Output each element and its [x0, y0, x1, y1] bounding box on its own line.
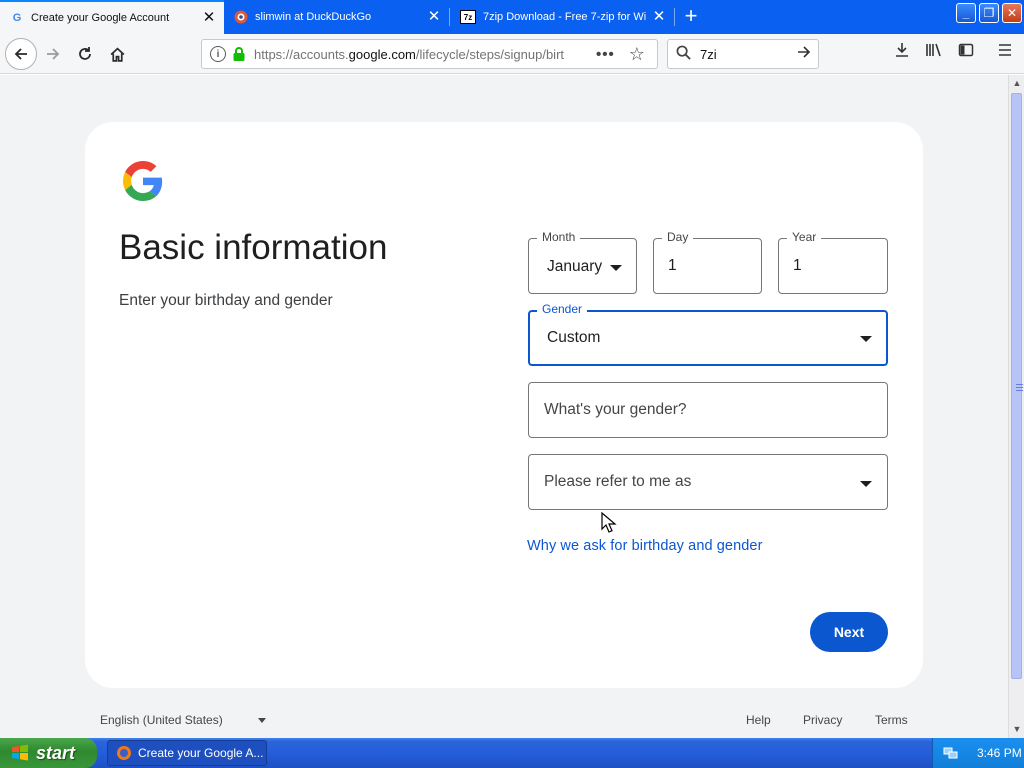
windows-taskbar: start Create your Google A... 3:46 PM: [0, 738, 1024, 768]
tab-7zip[interactable]: 7z 7zip Download - Free 7-zip for Wi ✕: [450, 0, 674, 34]
tab-title: 7zip Download - Free 7-zip for Wi: [483, 11, 647, 23]
windows-flag-icon: [10, 743, 30, 763]
tab-separator: [674, 8, 675, 26]
gender-select[interactable]: Gender Custom: [528, 302, 888, 366]
taskbar-item-firefox[interactable]: Create your Google A...: [107, 740, 267, 766]
tab-duckduckgo[interactable]: slimwin at DuckDuckGo ✕: [224, 0, 449, 34]
gender-value: Custom: [547, 329, 601, 346]
library-icon[interactable]: [922, 42, 946, 66]
url-bar[interactable]: i https://accounts.google.com/lifecycle/…: [201, 39, 658, 69]
close-tab-icon[interactable]: ✕: [423, 0, 445, 34]
reload-icon[interactable]: [70, 39, 100, 69]
month-value: January: [547, 258, 603, 275]
language-selector[interactable]: English (United States): [100, 713, 223, 727]
dropdown-caret-icon: [610, 265, 622, 271]
language-caret-icon[interactable]: [258, 718, 266, 723]
hamburger-menu-icon[interactable]: [993, 42, 1017, 66]
restore-window-button[interactable]: ❐: [979, 3, 999, 23]
pronoun-placeholder: Please refer to me as: [544, 473, 692, 490]
day-field[interactable]: Day 1: [653, 230, 762, 294]
forward-arrow-icon[interactable]: [38, 39, 68, 69]
close-tab-icon[interactable]: ✕: [648, 0, 670, 34]
taskbar-item-label: Create your Google A...: [138, 746, 264, 760]
clock: 3:46 PM: [977, 746, 1022, 760]
lock-icon[interactable]: [232, 46, 246, 62]
mouse-cursor-icon: [601, 512, 617, 533]
scroll-grip: [1016, 387, 1023, 388]
7zip-icon: 7z: [460, 10, 476, 24]
minimize-window-button[interactable]: _: [956, 3, 976, 23]
scroll-up-arrow-icon[interactable]: ▲: [1009, 75, 1024, 91]
url-text[interactable]: https://accounts.google.com/lifecycle/st…: [254, 47, 572, 62]
firefox-icon: [116, 745, 132, 761]
dropdown-caret-icon: [860, 481, 872, 487]
custom-gender-input[interactable]: What's your gender?: [528, 382, 888, 438]
scroll-grip: [1016, 384, 1023, 385]
day-value: 1: [668, 257, 677, 274]
terms-link[interactable]: Terms: [875, 713, 908, 727]
custom-gender-placeholder: What's your gender?: [544, 401, 687, 418]
search-go-arrow-icon[interactable]: [796, 44, 812, 65]
tab-strip: G Create your Google Account ✕ slimwin a…: [0, 0, 1024, 34]
privacy-link[interactable]: Privacy: [803, 713, 842, 727]
dropdown-caret-icon: [860, 336, 872, 342]
url-domain: google.com: [348, 46, 416, 62]
tab-title: Create your Google Account: [31, 12, 170, 24]
google-favicon-icon: G: [12, 12, 22, 24]
downloads-icon[interactable]: [890, 42, 914, 66]
help-link[interactable]: Help: [746, 713, 771, 727]
month-label: Month: [537, 230, 581, 244]
new-tab-plus-icon[interactable]: +: [676, 0, 706, 34]
network-icon[interactable]: [943, 745, 959, 761]
url-prefix: https://accounts.: [254, 46, 349, 62]
month-select[interactable]: Month January: [528, 230, 637, 294]
close-window-button[interactable]: ✕: [1002, 3, 1022, 23]
gender-label: Gender: [537, 302, 588, 316]
tab-google-account[interactable]: G Create your Google Account ✕: [0, 0, 224, 34]
scrollbar-thumb[interactable]: [1011, 93, 1023, 679]
year-value: 1: [793, 257, 802, 274]
vertical-scrollbar[interactable]: ▲ ▼: [1008, 75, 1024, 738]
url-path: /lifecycle/steps/signup/birt: [415, 46, 565, 62]
start-label: start: [36, 742, 76, 763]
day-label: Day: [662, 230, 694, 244]
page-actions-menu-icon[interactable]: •••: [596, 46, 615, 63]
close-tab-icon[interactable]: ✕: [198, 1, 220, 35]
year-field[interactable]: Year 1: [778, 230, 888, 294]
search-input[interactable]: 7zi: [700, 47, 796, 62]
next-button[interactable]: Next: [810, 612, 888, 652]
pronoun-select[interactable]: Please refer to me as: [528, 454, 888, 510]
back-arrow-icon[interactable]: [5, 38, 37, 70]
page-content: Basic information Enter your birthday an…: [0, 75, 1008, 738]
duckduckgo-icon: [234, 10, 248, 24]
sidebar-toggle-icon[interactable]: [954, 42, 978, 66]
page-subtitle: Enter your birthday and gender: [119, 292, 333, 309]
signup-card: Basic information Enter your birthday an…: [85, 122, 923, 688]
navigation-toolbar: i https://accounts.google.com/lifecycle/…: [0, 34, 1024, 74]
why-we-ask-link[interactable]: Why we ask for birthday and gender: [527, 538, 763, 554]
scroll-down-arrow-icon[interactable]: ▼: [1009, 721, 1024, 737]
site-info-icon[interactable]: i: [210, 46, 226, 62]
google-logo-icon: [123, 161, 163, 201]
home-icon[interactable]: [102, 39, 132, 69]
search-icon: [676, 45, 694, 64]
bookmark-star-icon[interactable]: ☆: [629, 44, 645, 65]
scroll-grip: [1016, 390, 1023, 391]
page-title: Basic information: [119, 228, 388, 267]
year-label: Year: [787, 230, 822, 244]
system-tray: 3:46 PM: [932, 738, 1024, 768]
search-bar[interactable]: 7zi: [667, 39, 819, 69]
start-button[interactable]: start: [0, 738, 97, 768]
tab-title: slimwin at DuckDuckGo: [255, 11, 372, 23]
